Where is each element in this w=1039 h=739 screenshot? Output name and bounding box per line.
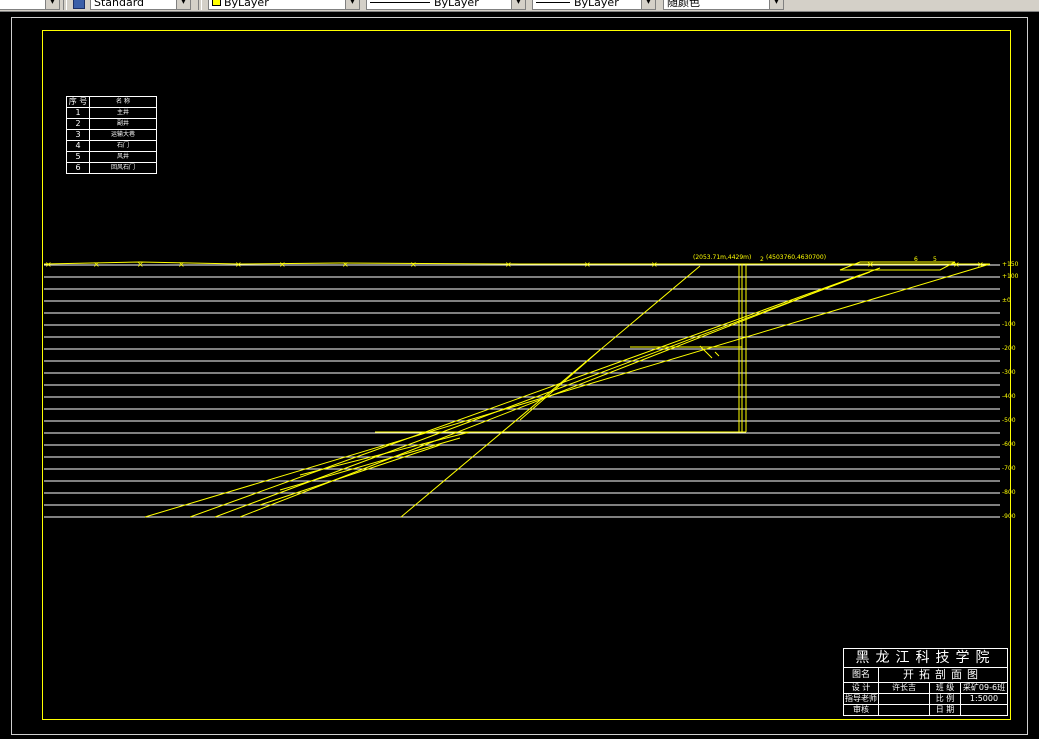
date-value [960, 704, 1008, 716]
elevation-label: -700 [1002, 465, 1016, 472]
designer: 许长吉 [878, 682, 930, 694]
survey-marker-icon: × [45, 260, 52, 269]
elevation-lines [44, 264, 1000, 518]
elevation-label: -500 [1002, 417, 1016, 424]
legend-num: 5 [66, 151, 90, 163]
survey-marker-icon: × [410, 260, 417, 269]
legend-header-num: 序 号 [66, 96, 90, 108]
review-label: 审核 [843, 704, 879, 716]
elevation-label: -300 [1002, 369, 1016, 376]
coal-seam-1 [189, 267, 881, 518]
workings [43, 261, 991, 518]
shaft-coord-right: (4503760,4630700) [766, 254, 826, 261]
survey-marker-icon: × [178, 260, 185, 269]
elevation-label: -800 [1002, 489, 1016, 496]
legend-name: 石门 [89, 140, 157, 152]
survey-marker-icon: × [235, 260, 242, 269]
advisor [878, 693, 930, 705]
coal-seam-upper [144, 263, 991, 518]
scale-value: 1:5000 [960, 693, 1008, 705]
title-block: 黑龙江科技学院 图名 开拓剖面图 设 计 许长吉 班 级 采矿09-6班 指导老… [843, 648, 1008, 716]
review [878, 704, 930, 716]
elevation-label: -200 [1002, 345, 1016, 352]
legend-name: 运输大巷 [89, 129, 157, 141]
shaft-label-6: 6 [914, 256, 918, 263]
date-label: 日 期 [929, 704, 961, 716]
survey-marker-icon: × [93, 260, 100, 269]
class-label: 班 级 [929, 682, 961, 694]
legend-num: 3 [66, 129, 90, 141]
survey-marker-icon: × [977, 260, 984, 269]
legend-table: 序 号名 称 1 主井 2 副井 3 运输大巷 4 石门 5 风井 6 回风石门 [66, 96, 157, 174]
legend-num: 2 [66, 118, 90, 130]
survey-marker-icon: × [584, 260, 591, 269]
shaft-coord-left: (2053.71m,4429m) [693, 254, 751, 261]
legend-name: 主井 [89, 107, 157, 119]
elevation-label: -400 [1002, 393, 1016, 400]
fault-line [400, 265, 701, 518]
air-return-crosscut [839, 261, 956, 271]
shaft-label-2: 2 [760, 256, 764, 263]
design-label: 设 计 [843, 682, 879, 694]
drawing-name: 开拓剖面图 [878, 667, 1008, 683]
legend-name: 副井 [89, 118, 157, 130]
survey-marker-icon: × [279, 260, 286, 269]
elevation-label: +150 [1002, 261, 1019, 268]
survey-marker-icon: × [137, 260, 144, 269]
surface-line [43, 261, 990, 265]
elevation-label: +100 [1002, 273, 1019, 280]
drawing-name-label: 图名 [843, 667, 879, 683]
legend-num: 4 [66, 140, 90, 152]
survey-marker-icon: × [651, 260, 658, 269]
survey-marker-icon: × [342, 260, 349, 269]
elevation-label: ±0 [1002, 297, 1011, 304]
shaft-label-5: 5 [933, 256, 937, 263]
legend-num: 6 [66, 162, 90, 174]
scale-label: 比 例 [929, 693, 961, 705]
survey-marker-icon: × [953, 260, 960, 269]
legend-header-name: 名 称 [89, 96, 157, 108]
legend-name: 回风石门 [89, 162, 157, 174]
elevation-label: -100 [1002, 321, 1016, 328]
legend-num: 1 [66, 107, 90, 119]
survey-marker-icon: × [867, 260, 874, 269]
advisor-label: 指导老师 [843, 693, 879, 705]
school-name: 黑龙江科技学院 [843, 648, 1008, 668]
legend-name: 风井 [89, 151, 157, 163]
elevation-label: -600 [1002, 441, 1016, 448]
class-value: 采矿09-6班 [960, 682, 1008, 694]
survey-marker-icon: × [505, 260, 512, 269]
elevation-label: -900 [1002, 513, 1016, 520]
